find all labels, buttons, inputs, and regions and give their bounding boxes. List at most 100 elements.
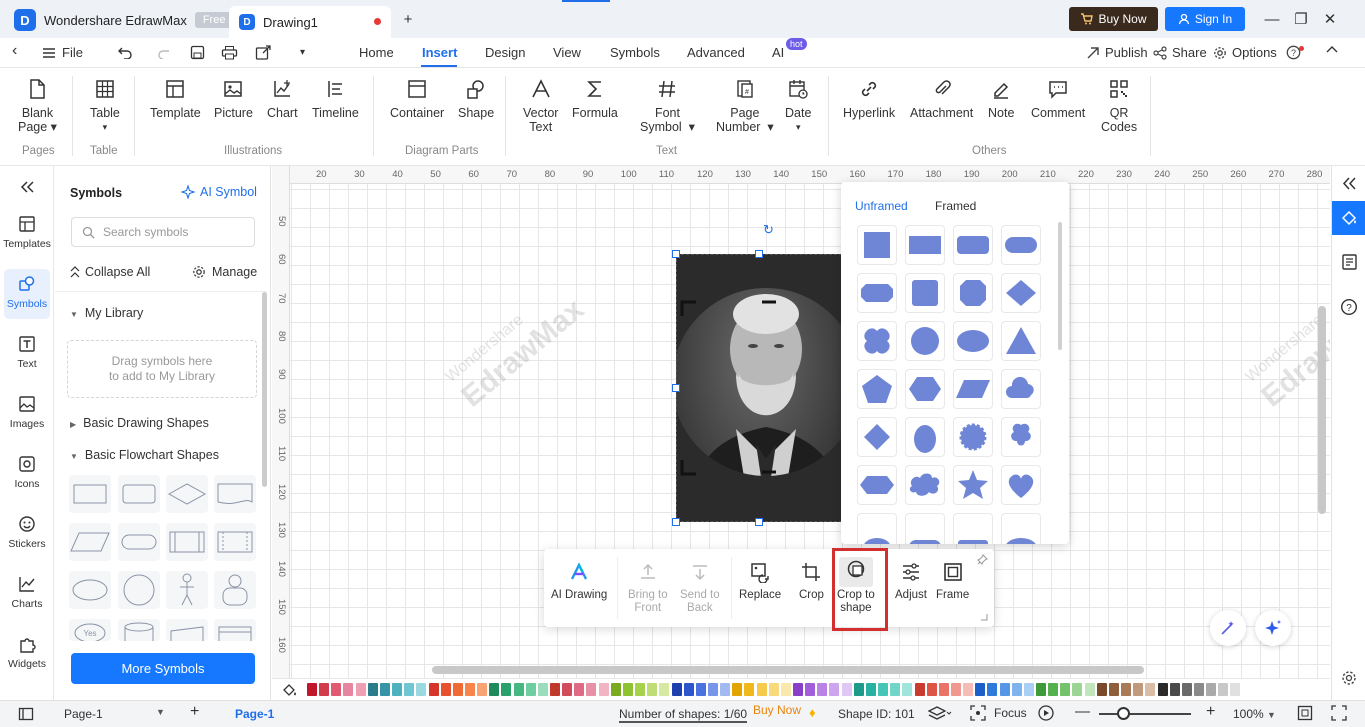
print-icon[interactable] — [221, 45, 238, 60]
help-circle-icon[interactable]: ? — [1340, 298, 1358, 316]
note-button[interactable]: Note — [988, 78, 1014, 120]
template-button[interactable]: Template — [150, 78, 201, 120]
tab-home[interactable]: Home — [359, 45, 394, 60]
crop-shape-octagon-rectangle[interactable] — [857, 273, 897, 313]
page-number-button[interactable]: # Page Number ▾ — [716, 78, 774, 134]
add-page-icon[interactable]: + — [190, 703, 199, 721]
bring-to-front-button[interactable]: Bring to Front — [628, 561, 668, 615]
layers-icon[interactable] — [928, 705, 952, 721]
color-swatch[interactable] — [489, 683, 500, 696]
my-library-drop-area[interactable]: Drag symbols here to add to My Library — [67, 340, 257, 398]
chart-button[interactable]: Chart — [267, 78, 298, 120]
color-swatch[interactable] — [1218, 683, 1229, 696]
popup-scrollbar[interactable] — [1058, 222, 1062, 350]
tab-design[interactable]: Design — [485, 45, 525, 60]
data-shape[interactable] — [69, 523, 111, 561]
more-symbols-button[interactable]: More Symbols — [71, 653, 255, 684]
fullscreen-icon[interactable] — [1331, 705, 1347, 721]
send-to-back-button[interactable]: Send to Back — [680, 561, 720, 615]
vector-text-button[interactable]: Vector Text — [523, 78, 558, 134]
expand-right-panel-icon[interactable] — [1342, 177, 1356, 190]
crop-shape-parallelogram[interactable] — [953, 369, 993, 409]
color-swatch[interactable] — [1121, 683, 1132, 696]
minimize-icon[interactable]: — — [1262, 9, 1282, 29]
color-swatch[interactable] — [562, 683, 573, 696]
rail-images[interactable]: Images — [0, 395, 54, 430]
pin-toolbar-icon[interactable] — [977, 554, 988, 565]
color-swatch[interactable] — [501, 683, 512, 696]
color-swatch[interactable] — [768, 683, 779, 696]
crop-shape-flower[interactable] — [1001, 417, 1041, 457]
color-swatch[interactable] — [355, 683, 366, 696]
close-icon[interactable]: ✕ — [1320, 9, 1340, 29]
color-swatch[interactable] — [452, 683, 463, 696]
resize-handle[interactable] — [755, 518, 763, 526]
color-swatch[interactable] — [392, 683, 403, 696]
page-properties-icon[interactable] — [1341, 253, 1358, 271]
date-button[interactable]: Date ▾ — [785, 78, 811, 134]
resize-handle[interactable] — [755, 250, 763, 258]
vertical-scrollbar[interactable] — [1318, 306, 1326, 514]
color-swatch[interactable] — [1096, 683, 1107, 696]
color-swatch[interactable] — [938, 683, 949, 696]
help-button[interactable]: ? — [1286, 45, 1304, 60]
tab-unframed[interactable]: Unframed — [855, 199, 908, 213]
color-swatch[interactable] — [1145, 683, 1156, 696]
app-tab[interactable]: D Wondershare EdrawMax Free — [14, 6, 234, 34]
options-button[interactable]: Options — [1213, 45, 1277, 60]
crop-shape-triangle[interactable] — [1001, 321, 1041, 361]
fit-page-icon[interactable] — [1297, 705, 1313, 721]
rail-symbols[interactable]: Symbols — [0, 269, 54, 319]
manage-button[interactable]: Manage — [192, 265, 257, 279]
color-swatch[interactable] — [671, 683, 682, 696]
page-tab[interactable]: Page-1 — [235, 707, 274, 721]
color-swatch[interactable] — [537, 683, 548, 696]
color-swatch[interactable] — [622, 683, 633, 696]
fill-bucket-icon[interactable] — [282, 682, 300, 698]
qr-codes-button[interactable]: QR Codes — [1101, 78, 1137, 134]
tab-symbols[interactable]: Symbols — [610, 45, 660, 60]
new-tab-plus-icon[interactable]: + — [398, 9, 418, 29]
zoom-out-icon[interactable]: — — [1075, 703, 1090, 720]
resize-handle[interactable] — [672, 384, 680, 392]
color-swatch[interactable] — [367, 683, 378, 696]
crop-shape-star[interactable] — [953, 465, 993, 505]
document-shape[interactable] — [214, 475, 256, 513]
color-swatch[interactable] — [1023, 683, 1034, 696]
crop-shape-cut-corner-square[interactable] — [953, 273, 993, 313]
font-symbol-button[interactable]: Font Symbol ▾ — [640, 78, 695, 134]
basic-flowchart-shapes-section[interactable]: ▼ Basic Flowchart Shapes — [70, 448, 219, 462]
tab-framed[interactable]: Framed — [935, 199, 976, 213]
stored-data-shape[interactable] — [214, 523, 256, 561]
zoom-slider-knob[interactable] — [1117, 707, 1130, 720]
my-library-section[interactable]: ▼ My Library — [70, 306, 143, 320]
table-button[interactable]: Table ▾ — [90, 78, 120, 134]
formula-button[interactable]: Formula — [572, 78, 618, 120]
play-icon[interactable] — [1038, 705, 1054, 721]
color-swatch[interactable] — [987, 683, 998, 696]
color-swatch[interactable] — [525, 683, 536, 696]
color-swatch[interactable] — [732, 683, 743, 696]
color-swatch[interactable] — [319, 683, 330, 696]
color-swatch[interactable] — [950, 683, 961, 696]
actor-shape[interactable] — [166, 571, 208, 609]
crop-shape-partial-1[interactable] — [857, 513, 897, 544]
rail-charts[interactable]: Charts — [0, 575, 54, 610]
color-swatch[interactable] — [416, 683, 427, 696]
crop-shape-square[interactable] — [857, 225, 897, 265]
hyperlink-button[interactable]: Hyperlink — [843, 78, 895, 120]
crop-shape-cloud-wide[interactable] — [905, 465, 945, 505]
ai-drawing-button[interactable]: AI Drawing — [551, 561, 607, 602]
crop-button[interactable]: Crop — [799, 561, 824, 602]
color-swatch[interactable] — [343, 683, 354, 696]
crop-shape-pentagon[interactable] — [857, 369, 897, 409]
crop-shape-rounded-square[interactable] — [905, 273, 945, 313]
horizontal-ruler[interactable]: 20 30 40 50 60 70 80 90 100 110 120 130 140 150 160 170… — [272, 166, 1330, 184]
replace-button[interactable]: Replace — [739, 561, 781, 602]
color-swatch[interactable] — [1011, 683, 1022, 696]
database-shape[interactable] — [118, 619, 160, 641]
back-arrow-icon[interactable]: ‹ — [12, 42, 17, 60]
color-swatch[interactable] — [1036, 683, 1046, 696]
color-swatch[interactable] — [477, 683, 488, 696]
collapse-ribbon-icon[interactable] — [1326, 45, 1338, 53]
